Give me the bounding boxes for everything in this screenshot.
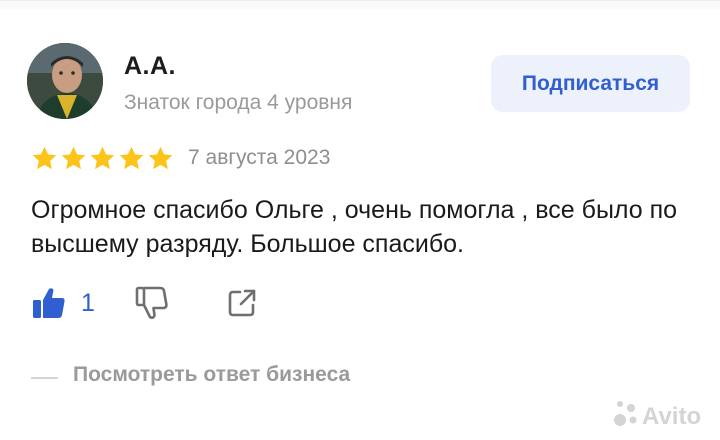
avatar-photo xyxy=(27,43,103,119)
review-text: Огромное спасибо Ольге , очень помогла ,… xyxy=(31,196,678,258)
review-date: 7 августа 2023 xyxy=(188,146,331,169)
star-icon xyxy=(119,146,144,170)
rating-stars xyxy=(31,145,174,172)
star-icon xyxy=(90,146,115,170)
subscribe-button[interactable]: Подписаться xyxy=(491,55,690,112)
svg-text:Avito: Avito xyxy=(642,403,701,430)
star-icon xyxy=(148,146,173,170)
like-count: 1 xyxy=(81,288,95,317)
view-business-reply-link[interactable]: Посмотреть ответ бизнеса xyxy=(73,363,350,387)
dislike-button[interactable] xyxy=(134,285,170,326)
star-icon xyxy=(61,146,86,170)
author-level: Знаток города 4 уровня xyxy=(124,91,353,114)
reply-divider xyxy=(31,377,58,379)
avito-watermark-logo: Avito xyxy=(614,401,701,430)
share-button[interactable] xyxy=(226,287,258,324)
avatar[interactable] xyxy=(27,43,103,119)
share-icon xyxy=(228,289,256,317)
like-button[interactable]: 1 xyxy=(31,285,95,321)
thumbs-up-icon xyxy=(33,288,65,318)
star-icon xyxy=(32,146,57,170)
author-name[interactable]: А.А. xyxy=(124,52,176,81)
thumbs-down-icon xyxy=(135,286,168,320)
top-divider xyxy=(0,0,720,9)
